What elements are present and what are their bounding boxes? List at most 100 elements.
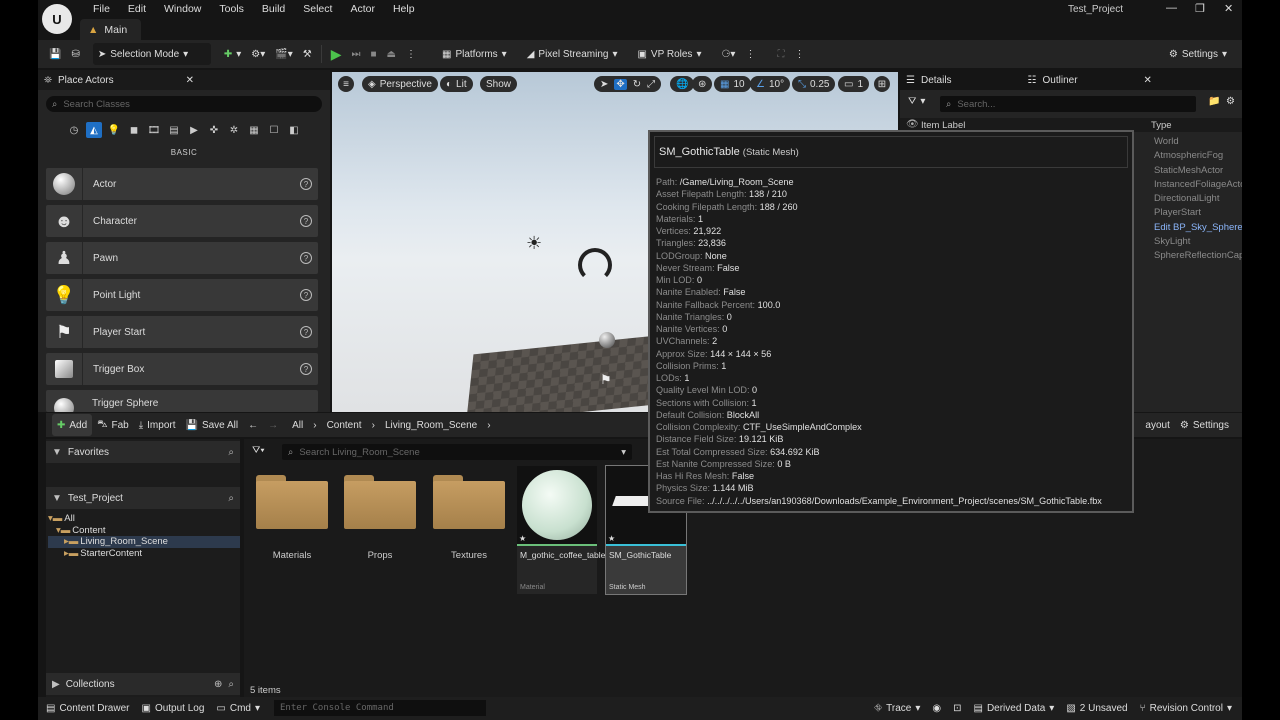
outliner-tab[interactable]: Outliner	[1043, 75, 1078, 86]
recent-icon[interactable]: ◷	[66, 122, 82, 138]
close-icon[interactable]: ✕	[1224, 2, 1233, 15]
layout-button[interactable]: ayout	[1140, 414, 1174, 436]
help-icon[interactable]: ?	[300, 289, 312, 301]
tree-item-living-room[interactable]: ▸▬ Living_Room_Scene	[48, 536, 240, 548]
collections-header[interactable]: ▶ Collections ⊕ ⌕	[46, 673, 240, 695]
shapes-icon[interactable]: ◼	[126, 122, 142, 138]
project-header[interactable]: ▼ Test_Project ⌕	[46, 487, 240, 509]
grid-snap-button[interactable]: ▦ 10	[714, 76, 751, 92]
import-button[interactable]: ⤓ Import	[134, 414, 181, 436]
world-local-icon[interactable]: 🌐	[670, 76, 695, 92]
menu-edit[interactable]: Edit	[119, 2, 155, 16]
star-icon[interactable]: ★	[519, 534, 526, 543]
list-item[interactable]: StaticMeshActor	[1154, 165, 1242, 179]
pixel-streaming-button[interactable]: ◢ Pixel Streaming ▾	[522, 43, 623, 65]
lights-icon[interactable]: 💡	[106, 122, 122, 138]
save-icon[interactable]: 💾	[44, 43, 66, 65]
list-item[interactable]: SphereReflectionCap	[1154, 250, 1242, 264]
player-start-marker-icon[interactable]: ⚑	[600, 372, 612, 388]
list-item[interactable]: Edit BP_Sky_Sphere	[1154, 222, 1242, 236]
actor-item-player-start[interactable]: ⚑ Player Start ?	[46, 316, 318, 348]
layout-icon[interactable]: ⊞	[874, 76, 890, 92]
search-classes-input[interactable]: ⌕ Search Classes	[46, 96, 322, 112]
basic-category-icon[interactable]: ◭	[86, 122, 102, 138]
breadcrumb-living-room[interactable]: Living_Room_Scene	[380, 414, 482, 436]
cinematic-icon[interactable]: 🎞	[146, 122, 162, 138]
unreal-logo-icon[interactable]: U	[42, 4, 72, 34]
rotation-snap-button[interactable]: ∠ 10°	[750, 76, 791, 92]
cmd-button[interactable]: ▭ Cmd ▾	[210, 703, 266, 714]
help-icon[interactable]: ?	[300, 215, 312, 227]
fab-button[interactable]: ⛍ Fab	[92, 414, 134, 436]
add-button[interactable]: ✚ Add	[52, 414, 93, 436]
tree-item-starter-content[interactable]: ▸▬ StarterContent	[48, 548, 240, 560]
content-drawer-button[interactable]: ▤ Content Drawer	[40, 703, 135, 714]
help-icon[interactable]: ?	[300, 178, 312, 190]
cb-settings-button[interactable]: ⚙ Settings	[1175, 414, 1234, 436]
menu-tools[interactable]: Tools	[210, 2, 253, 16]
menu-select[interactable]: Select	[294, 2, 341, 16]
actor-item-trigger-box[interactable]: Trigger Box ?	[46, 353, 318, 385]
add-content-icon[interactable]: ✚ ▾	[219, 43, 246, 65]
surface-snap-icon[interactable]: ⊛	[692, 76, 713, 92]
filter-button[interactable]: ⛛ ▾	[908, 96, 925, 107]
settings-button[interactable]: ⚙ Settings ▾	[1164, 43, 1232, 65]
unsaved-button[interactable]: ▧ 2 Unsaved	[1060, 703, 1133, 714]
search-icon[interactable]: ⌕	[228, 447, 234, 458]
show-button[interactable]: Show	[480, 76, 518, 92]
menu-window[interactable]: Window	[155, 2, 210, 16]
multi-user-icon[interactable]: ⛶	[772, 43, 789, 65]
directional-light-icon[interactable]	[578, 248, 612, 282]
camera-speed-button[interactable]: ▭ 1	[838, 76, 870, 92]
lit-button[interactable]: ◐ Lit	[440, 76, 473, 92]
minimize-icon[interactable]: —	[1166, 2, 1177, 14]
menu-actor[interactable]: Actor	[341, 2, 384, 16]
list-item[interactable]: DirectionalLight	[1154, 193, 1242, 207]
geometry-icon[interactable]: ✲	[226, 122, 242, 138]
trace-button[interactable]: ⛗ Trace ▾	[868, 703, 926, 714]
stop-icon[interactable]: ■	[365, 43, 381, 65]
play-icon[interactable]: ▶	[326, 43, 347, 65]
add-collection-icon[interactable]: ⊕	[214, 679, 222, 690]
more-icon[interactable]: ⋮	[740, 43, 760, 65]
volumes-2-icon[interactable]: ▦	[246, 122, 262, 138]
actor-item-trigger-sphere[interactable]: Trigger Sphere	[46, 390, 318, 412]
derived-data-button[interactable]: ▤ Derived Data ▾	[967, 703, 1060, 714]
tab-main[interactable]: ▲ Main	[80, 19, 142, 40]
vp-roles-button[interactable]: ▣ VP Roles ▾	[632, 43, 706, 65]
revision-control-button[interactable]: ⑂ Revision Control ▾	[1134, 703, 1238, 714]
actor-item-point-light[interactable]: 💡 Point Light ?	[46, 279, 318, 311]
menu-help[interactable]: Help	[384, 2, 424, 16]
scale-snap-button[interactable]: ⤡ 0.25	[792, 76, 836, 92]
rotate-icon[interactable]: ↻	[633, 79, 641, 90]
folder-props[interactable]	[344, 475, 416, 529]
asset-material[interactable]: ★ M_gothic_coffee_table Material	[517, 466, 605, 594]
type-column[interactable]: Type	[1151, 120, 1172, 131]
cursor-lock-icon[interactable]: ⊡	[947, 703, 967, 714]
list-item[interactable]: AtmosphericFog	[1154, 150, 1242, 164]
breadcrumb-content[interactable]: Content	[322, 414, 367, 436]
scale-icon[interactable]: ⤢	[647, 79, 655, 90]
list-item[interactable]: InstancedFoliageActo	[1154, 179, 1242, 193]
search-icon[interactable]: ⌕	[228, 493, 234, 504]
save-all-button[interactable]: 💾 Save All	[181, 414, 244, 436]
source-control-icon[interactable]: ⛁	[66, 43, 84, 65]
more-icon-2[interactable]: ⋮	[789, 43, 809, 65]
menu-build[interactable]: Build	[253, 2, 294, 16]
visual-effects-icon[interactable]: ▤	[166, 122, 182, 138]
history-forward-icon[interactable]: →	[263, 414, 283, 436]
eye-icon[interactable]: 👁	[906, 119, 919, 130]
breadcrumb-all[interactable]: All	[287, 414, 308, 436]
cinematics-icon[interactable]: 🎬▾	[270, 43, 297, 65]
favorites-header[interactable]: ▼ Favorites ⌕	[46, 441, 240, 463]
help-icon[interactable]: ?	[300, 252, 312, 264]
close-tab-icon[interactable]: ✕	[186, 75, 194, 86]
more-options-icon[interactable]: ⋮	[401, 43, 421, 65]
filter-icon[interactable]: ⛛▾	[252, 445, 265, 456]
move-icon[interactable]: ✥	[614, 78, 627, 90]
tree-item-all[interactable]: ▾▬ All	[48, 513, 240, 525]
list-item[interactable]: SkyLight	[1154, 236, 1242, 250]
maximize-icon[interactable]: ❐	[1195, 2, 1205, 15]
tree-item-content[interactable]: ▾▬ Content	[48, 525, 240, 537]
gear-icon[interactable]: ⚙	[1226, 96, 1235, 107]
